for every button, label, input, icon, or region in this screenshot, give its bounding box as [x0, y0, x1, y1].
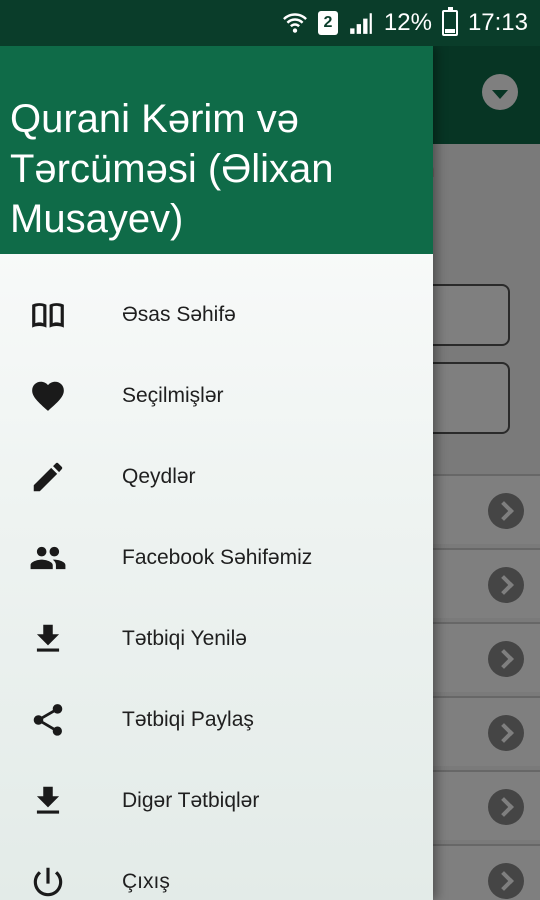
- heart-icon: [28, 376, 68, 416]
- people-icon: [28, 538, 68, 578]
- drawer-header: Qurani Kərim və Tərcüməsi (Əlixan Musaye…: [0, 46, 433, 254]
- clock: 17:13: [467, 9, 528, 36]
- download-icon: [28, 781, 68, 821]
- menu-item-share-app[interactable]: Tətbiqi Paylaş: [0, 679, 433, 760]
- menu-item-label: Tətbiqi Paylaş: [122, 707, 254, 731]
- menu-item-label: Facebook Səhifəmiz: [122, 545, 313, 569]
- menu-item-update-app[interactable]: Tətbiqi Yenilə: [0, 598, 433, 679]
- drawer-menu: Əsas Səhifə Seçilmişlər Qeydlər Facebook…: [0, 254, 433, 900]
- menu-item-exit[interactable]: Çıxış: [0, 841, 433, 900]
- menu-item-label: Əsas Səhifə: [122, 302, 236, 326]
- sim-badge: 2: [317, 11, 338, 35]
- status-bar: 2 12% 17:13: [0, 0, 540, 46]
- battery-percent: 12%: [383, 9, 432, 36]
- menu-item-label: Seçilmişlər: [122, 383, 224, 407]
- power-icon: [28, 862, 68, 900]
- menu-item-facebook[interactable]: Facebook Səhifəmiz: [0, 517, 433, 598]
- pencil-icon: [28, 457, 68, 497]
- battery-icon: [441, 7, 458, 36]
- menu-item-label: Qeydlər: [122, 464, 196, 488]
- signal-icon: [348, 10, 374, 36]
- menu-item-label: Digər Tətbiqlər: [122, 788, 260, 812]
- menu-item-notes[interactable]: Qeydlər: [0, 436, 433, 517]
- share-icon: [28, 700, 68, 740]
- menu-item-label: Tətbiqi Yenilə: [122, 626, 247, 650]
- menu-item-home[interactable]: Əsas Səhifə: [0, 274, 433, 355]
- download-icon: [28, 619, 68, 659]
- book-icon: [28, 295, 68, 335]
- menu-item-favorites[interactable]: Seçilmişlər: [0, 355, 433, 436]
- wifi-icon: [282, 10, 308, 36]
- navigation-drawer: Qurani Kərim və Tərcüməsi (Əlixan Musaye…: [0, 46, 433, 900]
- menu-item-label: Çıxış: [122, 869, 170, 893]
- drawer-title: Qurani Kərim və Tərcüməsi (Əlixan Musaye…: [10, 97, 334, 241]
- menu-item-other-apps[interactable]: Digər Tətbiqlər: [0, 760, 433, 841]
